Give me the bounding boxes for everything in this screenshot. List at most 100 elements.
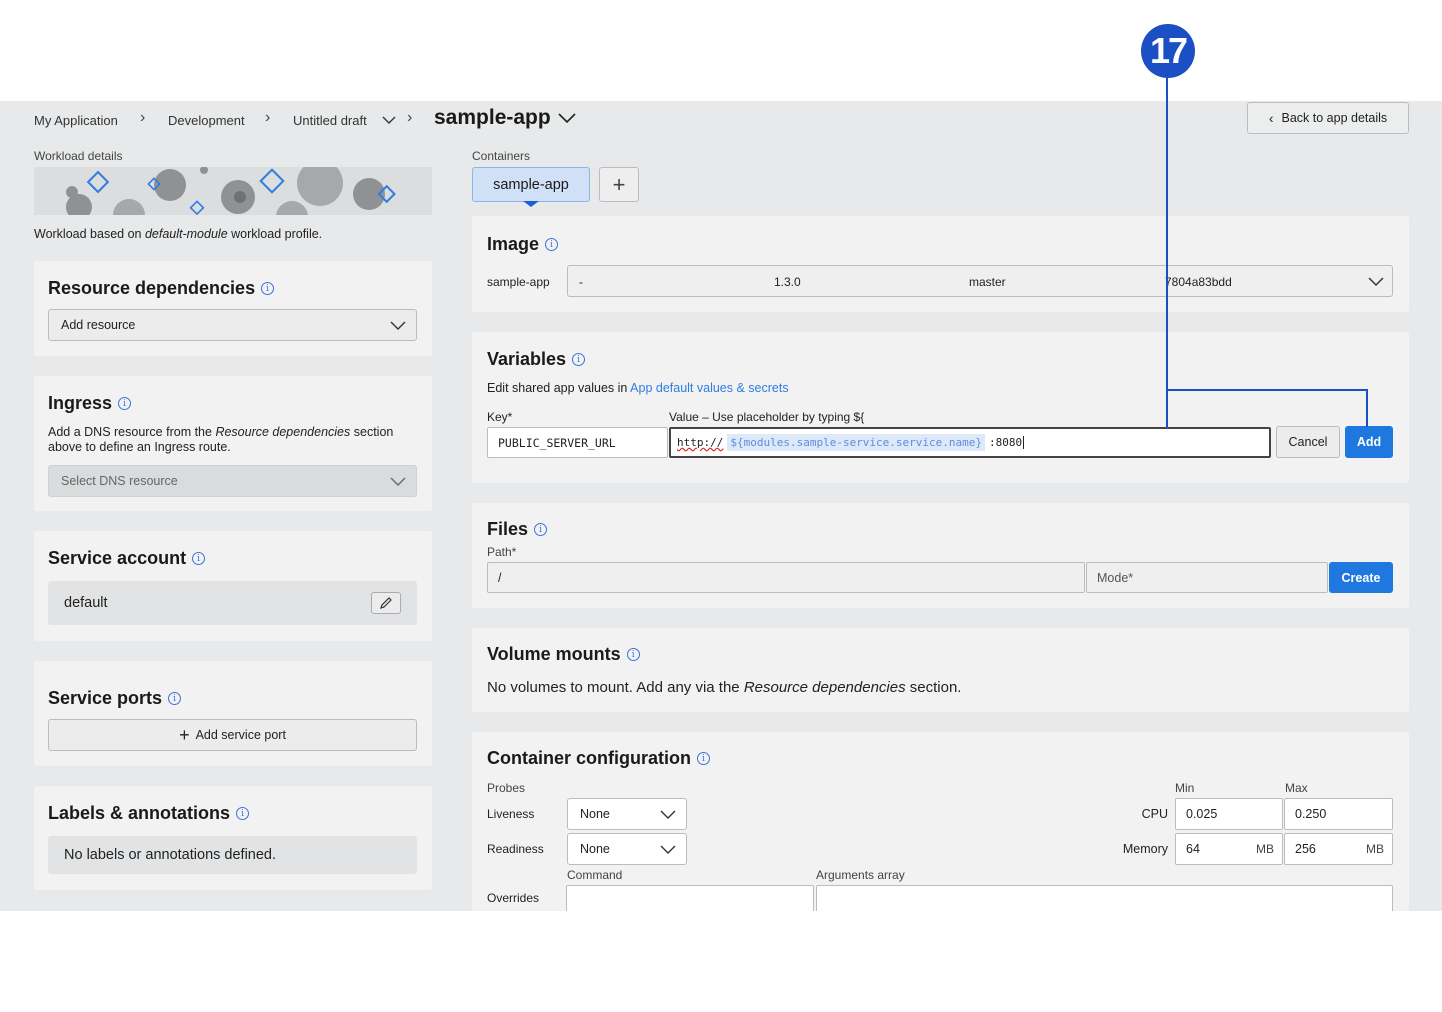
chevron-left-icon: ‹ bbox=[1268, 110, 1274, 126]
info-icon[interactable]: i bbox=[545, 238, 559, 251]
select-dns-resource[interactable]: Select DNS resource bbox=[48, 465, 417, 497]
readiness-select[interactable]: None bbox=[567, 833, 687, 865]
service-account-value-box: default bbox=[48, 581, 417, 625]
tab-sample-app[interactable]: sample-app bbox=[472, 167, 590, 202]
memory-min-input[interactable]: 64 MB bbox=[1175, 833, 1283, 865]
service-account-title: Service account i bbox=[48, 548, 206, 569]
value-label: Value – Use placeholder by typing ${ bbox=[669, 410, 865, 424]
breadcrumb-chevron-icon: › bbox=[140, 109, 146, 126]
cancel-button[interactable]: Cancel bbox=[1276, 426, 1340, 458]
arguments-input[interactable] bbox=[816, 885, 1393, 911]
image-title: Image i bbox=[487, 234, 559, 255]
info-icon[interactable]: i bbox=[168, 692, 182, 705]
callout-line bbox=[1166, 389, 1368, 391]
plus-icon: + bbox=[612, 171, 626, 197]
image-card bbox=[472, 216, 1409, 312]
file-path-input[interactable]: / bbox=[487, 562, 1085, 593]
image-commit: 7804a83bdd bbox=[1165, 275, 1232, 289]
path-label: Path* bbox=[487, 545, 517, 559]
plus-icon: + bbox=[179, 724, 190, 745]
tab-caret bbox=[523, 201, 539, 207]
chevron-down-icon[interactable] bbox=[557, 111, 577, 125]
info-icon[interactable]: i bbox=[236, 807, 250, 820]
breadcrumb-chevron-icon: › bbox=[265, 109, 271, 126]
service-ports-card: Service ports i + Add service port bbox=[34, 661, 432, 766]
breadcrumb-development[interactable]: Development bbox=[168, 113, 245, 128]
workload-banner bbox=[34, 167, 432, 215]
decorative-pattern-icon bbox=[66, 167, 396, 215]
ingress-title: Ingress i bbox=[48, 393, 132, 414]
liveness-label: Liveness bbox=[487, 807, 535, 821]
back-button-label: Back to app details bbox=[1281, 111, 1388, 125]
image-version: 1.3.0 bbox=[774, 275, 801, 289]
value-placeholder-token: ${modules.sample-service.service.name} bbox=[727, 434, 986, 451]
add-resource-select[interactable]: Add resource bbox=[48, 309, 417, 341]
command-label: Command bbox=[567, 868, 623, 882]
value-protocol: http:// bbox=[677, 436, 724, 449]
image-name-label: sample-app bbox=[487, 275, 550, 289]
info-icon[interactable]: i bbox=[261, 282, 275, 295]
callout-line bbox=[1166, 78, 1168, 429]
key-label: Key* bbox=[487, 410, 513, 424]
value-port: :8080 bbox=[989, 436, 1023, 449]
info-icon[interactable]: i bbox=[572, 353, 586, 366]
arguments-label: Arguments array bbox=[816, 868, 905, 882]
variables-card bbox=[472, 332, 1409, 483]
text-cursor bbox=[1023, 436, 1025, 449]
labels-annotations-title: Labels & annotations i bbox=[48, 803, 250, 824]
add-service-port-button[interactable]: + Add service port bbox=[48, 719, 417, 751]
chevron-down-icon bbox=[1368, 277, 1384, 287]
cpu-min-input[interactable]: 0.025 bbox=[1175, 798, 1283, 830]
page-title: sample-app bbox=[434, 106, 577, 130]
info-icon[interactable]: i bbox=[534, 523, 548, 536]
add-container-button[interactable]: + bbox=[599, 167, 639, 202]
page-title-text: sample-app bbox=[434, 106, 551, 129]
breadcrumb-my-application[interactable]: My Application bbox=[34, 113, 118, 128]
file-mode-input[interactable]: Mode* bbox=[1086, 562, 1328, 593]
add-variable-button[interactable]: Add bbox=[1345, 426, 1393, 458]
container-config-title: Container configuration i bbox=[487, 748, 710, 769]
labels-annotations-card: Labels & annotations i No labels or annot… bbox=[34, 786, 432, 890]
info-icon[interactable]: i bbox=[192, 552, 206, 565]
max-label: Max bbox=[1285, 781, 1308, 795]
probes-label: Probes bbox=[487, 781, 526, 795]
info-icon[interactable]: i bbox=[626, 648, 640, 661]
variables-hint: Edit shared app values in App default va… bbox=[487, 381, 789, 395]
chevron-down-icon bbox=[660, 810, 676, 819]
callout-line bbox=[1366, 389, 1368, 427]
chevron-down-icon[interactable] bbox=[382, 115, 396, 125]
volume-mounts-title: Volume mounts i bbox=[487, 644, 640, 665]
cpu-label: CPU bbox=[1141, 807, 1168, 821]
memory-unit: MB bbox=[1256, 842, 1274, 856]
memory-unit: MB bbox=[1366, 842, 1384, 856]
liveness-select[interactable]: None bbox=[567, 798, 687, 830]
image-branch: master bbox=[969, 275, 1006, 289]
volume-mounts-text: No volumes to mount. Add any via the Res… bbox=[487, 679, 962, 696]
service-ports-title: Service ports i bbox=[48, 688, 182, 709]
workload-profile-text: Workload based on default-module workloa… bbox=[34, 227, 323, 241]
service-account-card: Service account i default bbox=[34, 531, 432, 641]
labels-empty-state: No labels or annotations defined. bbox=[48, 836, 417, 874]
memory-max-input[interactable]: 256 MB bbox=[1284, 833, 1393, 865]
info-icon[interactable]: i bbox=[697, 752, 710, 765]
chevron-down-icon bbox=[660, 845, 676, 854]
command-input[interactable] bbox=[566, 885, 814, 911]
create-file-button[interactable]: Create bbox=[1329, 562, 1393, 593]
containers-label: Containers bbox=[472, 149, 531, 163]
back-to-app-details-button[interactable]: ‹ Back to app details bbox=[1247, 102, 1409, 134]
breadcrumb-untitled-draft[interactable]: Untitled draft bbox=[293, 113, 367, 128]
overrides-label: Overrides bbox=[487, 891, 540, 905]
app-window: My Application › Development › Untitled … bbox=[0, 101, 1442, 911]
min-label: Min bbox=[1175, 781, 1195, 795]
cpu-max-input[interactable]: 0.250 bbox=[1284, 798, 1393, 830]
service-account-value: default bbox=[64, 595, 108, 611]
edit-pencil-icon[interactable] bbox=[371, 592, 401, 614]
app-default-values-link[interactable]: App default values & secrets bbox=[630, 381, 788, 395]
profile-name: default-module bbox=[144, 227, 228, 241]
resource-dependencies-card: Resource dependencies i Add resource bbox=[34, 261, 432, 356]
variable-value-input[interactable]: http:// ${modules.sample-service.service… bbox=[669, 427, 1271, 458]
info-icon[interactable]: i bbox=[118, 397, 132, 410]
breadcrumb-chevron-icon: › bbox=[407, 109, 413, 126]
variable-key-input[interactable]: PUBLIC_SERVER_URL bbox=[487, 427, 668, 458]
chevron-down-icon bbox=[390, 477, 406, 486]
